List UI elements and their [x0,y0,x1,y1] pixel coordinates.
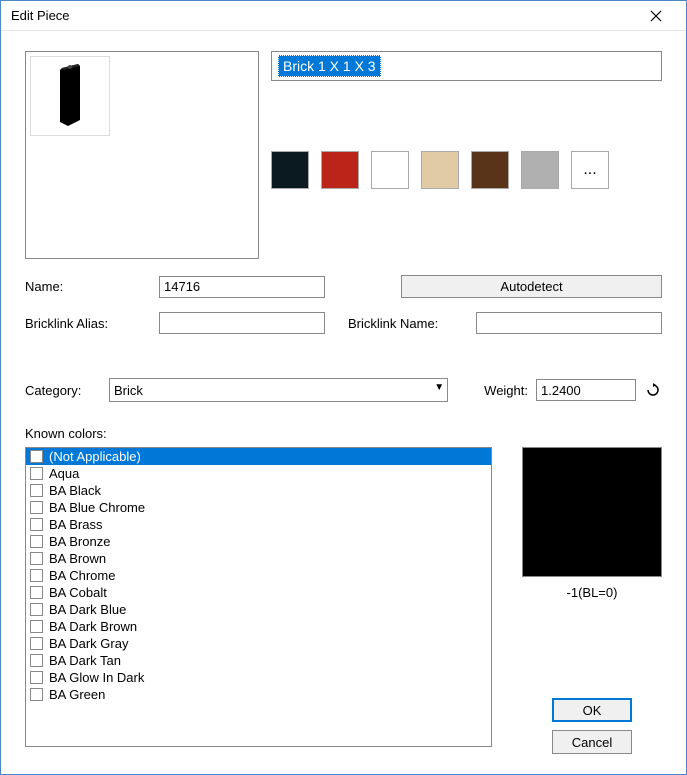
category-select[interactable] [109,378,448,402]
known-colors-label: Known colors: [25,426,662,441]
window-title: Edit Piece [11,8,636,23]
color-list-item[interactable]: BA Dark Tan [26,652,491,669]
color-item-label: Aqua [49,466,79,481]
color-item-label: BA Brown [49,551,106,566]
color-item-label: (Not Applicable) [49,449,141,464]
color-item-label: BA Blue Chrome [49,500,145,515]
checkbox[interactable] [30,467,43,480]
color-list-item[interactable]: BA Cobalt [26,584,491,601]
checkbox[interactable] [30,637,43,650]
color-list-item[interactable]: Aqua [26,465,491,482]
color-list-item[interactable]: BA Bronze [26,533,491,550]
refresh-icon [645,382,661,398]
ok-button[interactable]: OK [552,698,632,722]
color-list-item[interactable]: BA Chrome [26,567,491,584]
close-button[interactable] [636,2,676,30]
swatch-more[interactable]: ... [571,151,609,189]
checkbox[interactable] [30,688,43,701]
color-item-label: BA Dark Tan [49,653,121,668]
current-color-swatch [522,447,662,577]
weight-input[interactable] [536,379,636,401]
cancel-button[interactable]: Cancel [552,730,632,754]
close-icon [650,10,662,22]
color-list-item[interactable]: (Not Applicable) [26,448,491,465]
color-item-label: BA Dark Blue [49,602,126,617]
color-list-item[interactable]: BA Dark Brown [26,618,491,635]
weight-label: Weight: [484,383,528,398]
color-list-item[interactable]: BA Dark Gray [26,635,491,652]
piece-thumbnail[interactable] [30,56,110,136]
autodetect-button[interactable]: Autodetect [401,275,662,298]
color-item-label: BA Bronze [49,534,110,549]
known-colors-list[interactable]: (Not Applicable) Aqua BA Black BA Blue Chro… [25,447,492,747]
bricklink-name-label: Bricklink Name: [348,316,468,331]
color-item-label: BA Green [49,687,105,702]
color-item-label: BA Dark Brown [49,619,137,634]
color-item-label: BA Glow In Dark [49,670,144,685]
swatch-red[interactable] [321,151,359,189]
swatch-tan[interactable] [421,151,459,189]
palette-swatches: ... [271,151,662,189]
checkbox[interactable] [30,484,43,497]
checkbox[interactable] [30,518,43,531]
color-list-item[interactable]: BA Green [26,686,491,703]
description-input[interactable]: Brick 1 X 1 X 3 [271,51,662,81]
color-list-item[interactable]: BA Glow In Dark [26,669,491,686]
swatch-brown[interactable] [471,151,509,189]
checkbox[interactable] [30,586,43,599]
refresh-button[interactable] [644,381,662,399]
color-list-item[interactable]: BA Brass [26,516,491,533]
checkbox[interactable] [30,450,43,463]
color-list-item[interactable]: BA Brown [26,550,491,567]
color-list-item[interactable]: BA Blue Chrome [26,499,491,516]
piece-preview [25,51,259,259]
titlebar: Edit Piece [1,1,686,31]
name-input[interactable] [159,276,325,298]
color-item-label: BA Cobalt [49,585,107,600]
color-item-label: BA Dark Gray [49,636,128,651]
swatch-black[interactable] [271,151,309,189]
checkbox[interactable] [30,552,43,565]
swatch-white[interactable] [371,151,409,189]
bricklink-name-input[interactable] [476,312,662,334]
color-list-item[interactable]: BA Dark Blue [26,601,491,618]
swatch-gray[interactable] [521,151,559,189]
color-item-label: BA Brass [49,517,102,532]
checkbox[interactable] [30,501,43,514]
checkbox[interactable] [30,569,43,582]
name-label: Name: [25,279,151,294]
checkbox[interactable] [30,603,43,616]
color-item-label: BA Black [49,483,101,498]
description-value: Brick 1 X 1 X 3 [278,55,381,77]
checkbox[interactable] [30,654,43,667]
color-list-item[interactable]: BA Black [26,482,491,499]
category-label: Category: [25,383,101,398]
current-color-label: -1(BL=0) [567,585,618,600]
checkbox[interactable] [30,620,43,633]
bricklink-alias-label: Bricklink Alias: [25,316,151,331]
bricklink-alias-input[interactable] [159,312,325,334]
color-item-label: BA Chrome [49,568,115,583]
checkbox[interactable] [30,671,43,684]
checkbox[interactable] [30,535,43,548]
